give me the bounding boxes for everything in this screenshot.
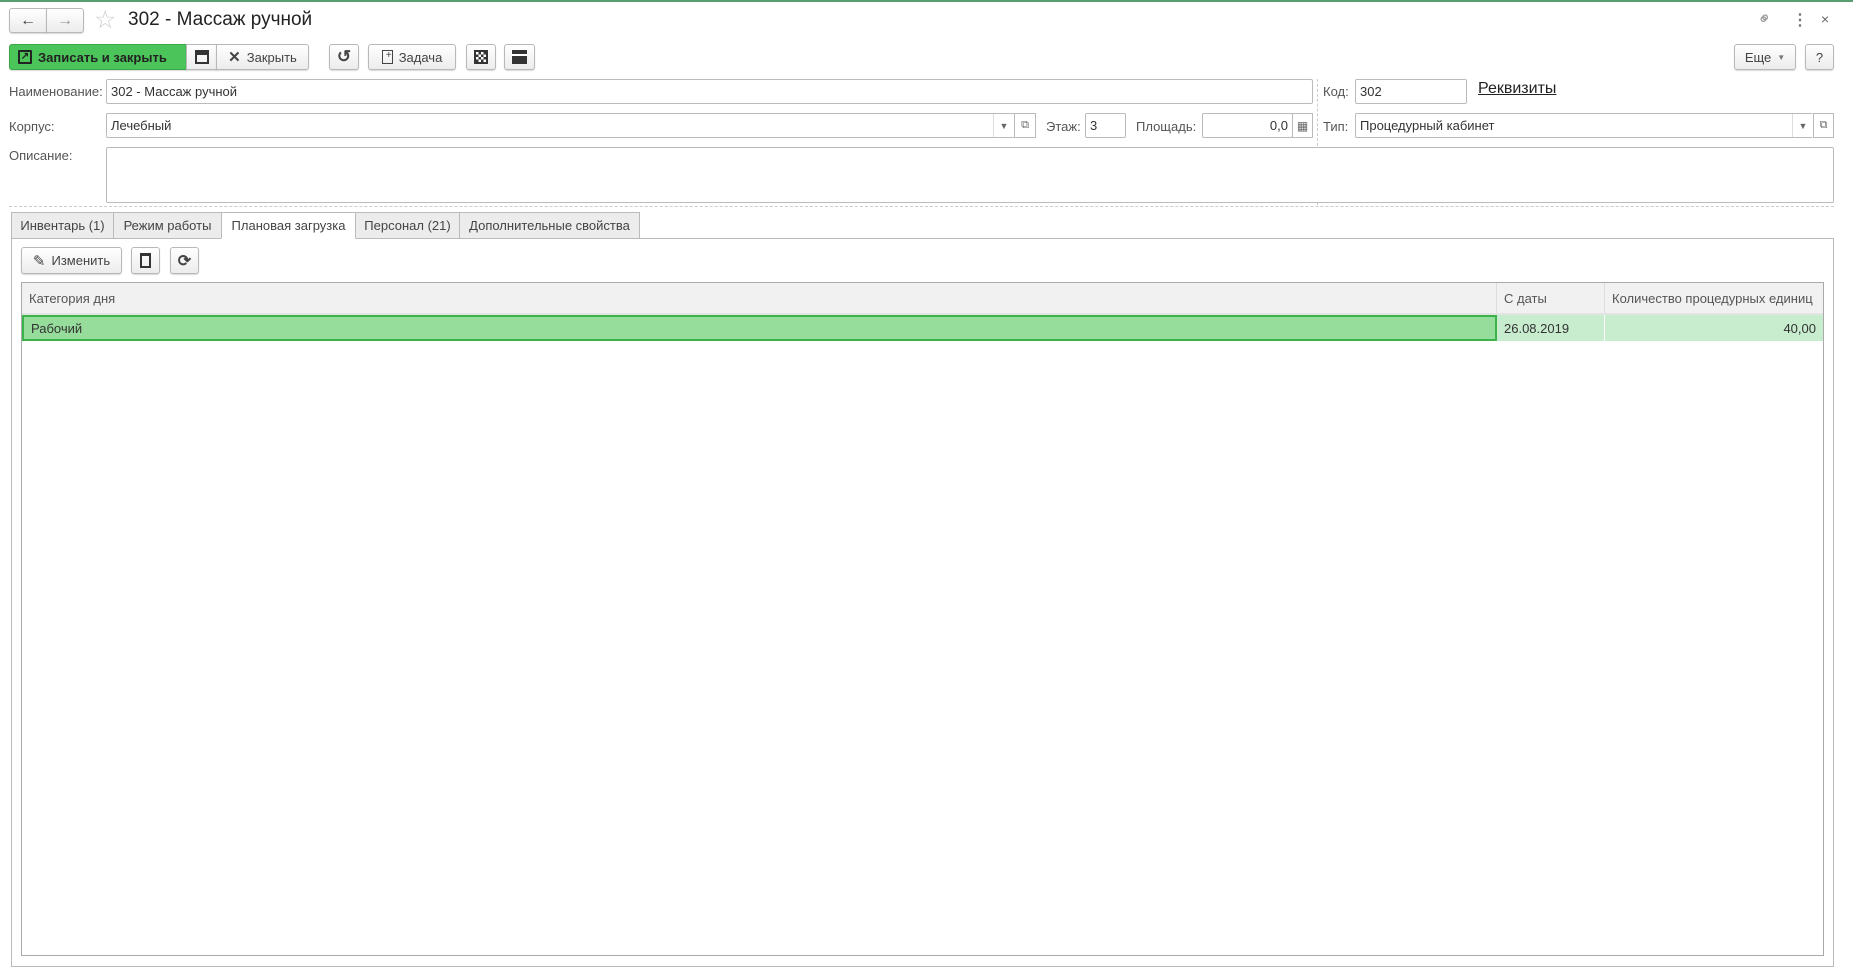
trash-icon — [140, 253, 151, 268]
save-close-icon: ↗ — [18, 50, 32, 64]
close-label: Закрыть — [246, 49, 297, 65]
forward-arrow-icon: → — [57, 11, 73, 29]
details-link[interactable]: Реквизиты — [1478, 80, 1556, 98]
name-input[interactable]: 302 - Массаж ручной — [106, 79, 1313, 104]
open-icon: ⧉ — [1021, 119, 1029, 131]
close-button[interactable]: ✕ Закрыть — [216, 44, 309, 70]
chevron-down-icon: ▼ — [1777, 52, 1786, 62]
cell-day-category[interactable]: Рабочий — [22, 315, 1497, 341]
edit-button[interactable]: ✎ Изменить — [21, 247, 122, 274]
back-button[interactable]: ← — [9, 8, 47, 33]
new-document-icon: + — [381, 50, 393, 64]
floor-input[interactable]: 3 — [1085, 113, 1126, 138]
code-input[interactable]: 302 — [1355, 79, 1467, 104]
close-icon[interactable]: × — [1821, 11, 1829, 27]
floor-label: Этаж: — [1046, 119, 1081, 134]
building-input[interactable]: Лечебный — [106, 113, 1015, 138]
save-button[interactable] — [186, 44, 217, 70]
code-label: Код: — [1323, 84, 1349, 99]
calculator-icon: ▦ — [1296, 118, 1309, 133]
area-input[interactable]: 0,0 — [1202, 113, 1293, 138]
description-label: Описание: — [9, 148, 73, 163]
history-icon: ↺ — [336, 47, 352, 66]
forward-button[interactable]: → — [46, 8, 84, 33]
type-dropdown-button[interactable]: ▼ — [1792, 114, 1813, 137]
name-label: Наименование: — [9, 84, 103, 99]
more-button[interactable]: Еще ▼ — [1734, 44, 1796, 70]
star-icon[interactable]: ☆ — [94, 5, 116, 35]
link-icon[interactable]: ⚭ — [1753, 7, 1777, 31]
task-label: Задача — [398, 49, 443, 65]
save-and-close-button[interactable]: ↗ Записать и закрыть — [9, 44, 187, 70]
window-top-border — [0, 0, 1853, 2]
load-table — [21, 282, 1824, 956]
archive-button[interactable] — [504, 44, 535, 70]
qr-code-button[interactable] — [466, 44, 496, 70]
chevron-down-icon: ▼ — [1798, 120, 1808, 131]
cell-units[interactable]: 40,00 — [1605, 315, 1823, 341]
floppy-icon — [194, 50, 209, 64]
tab-additional-properties[interactable]: Дополнительные свойства — [459, 212, 640, 239]
chevron-down-icon: ▼ — [999, 120, 1009, 131]
page-title: 302 - Массаж ручной — [128, 9, 313, 30]
delete-button[interactable] — [131, 247, 160, 274]
more-label: Еще — [1744, 49, 1772, 65]
type-open-button[interactable]: ⧉ — [1813, 113, 1834, 138]
refresh-button[interactable]: ⟳ — [170, 247, 199, 274]
history-button[interactable]: ↺ — [329, 44, 359, 70]
type-input[interactable]: Процедурный кабинет — [1355, 113, 1813, 138]
archive-icon — [512, 50, 527, 64]
section-divider — [9, 206, 1834, 207]
pencil-icon: ✎ — [32, 252, 46, 270]
calculator-button[interactable]: ▦ — [1292, 113, 1313, 138]
building-label: Корпус: — [9, 119, 55, 134]
open-icon: ⧉ — [1819, 119, 1828, 131]
back-arrow-icon: ← — [20, 11, 36, 29]
column-header-day-category[interactable]: Категория дня — [22, 283, 1497, 313]
building-dropdown-button[interactable]: ▼ — [993, 114, 1014, 137]
tab-planned-load[interactable]: Плановая загрузка — [221, 212, 356, 239]
description-textarea[interactable] — [106, 147, 1834, 203]
save-and-close-label: Записать и закрыть — [38, 49, 167, 65]
close-x-icon: ✕ — [228, 49, 241, 66]
cell-from-date[interactable]: 26.08.2019 — [1497, 315, 1604, 341]
task-button[interactable]: + Задача — [368, 44, 456, 70]
more-icon[interactable]: ⋮ — [1792, 10, 1808, 30]
column-header-from-date[interactable]: С даты — [1497, 283, 1605, 313]
help-label: ? — [1815, 49, 1824, 65]
help-button[interactable]: ? — [1805, 44, 1834, 70]
building-open-button[interactable]: ⧉ — [1014, 113, 1036, 138]
type-label: Тип: — [1323, 119, 1349, 134]
tab-inventory[interactable]: Инвентарь (1) — [11, 212, 114, 239]
qr-code-icon — [474, 50, 488, 64]
tab-work-mode[interactable]: Режим работы — [113, 212, 222, 239]
tab-staff[interactable]: Персонал (21) — [355, 212, 460, 239]
column-header-units[interactable]: Количество процедурных единиц — [1605, 283, 1823, 313]
refresh-icon: ⟳ — [177, 252, 192, 270]
edit-label: Изменить — [51, 253, 111, 268]
area-label: Площадь: — [1136, 119, 1197, 134]
